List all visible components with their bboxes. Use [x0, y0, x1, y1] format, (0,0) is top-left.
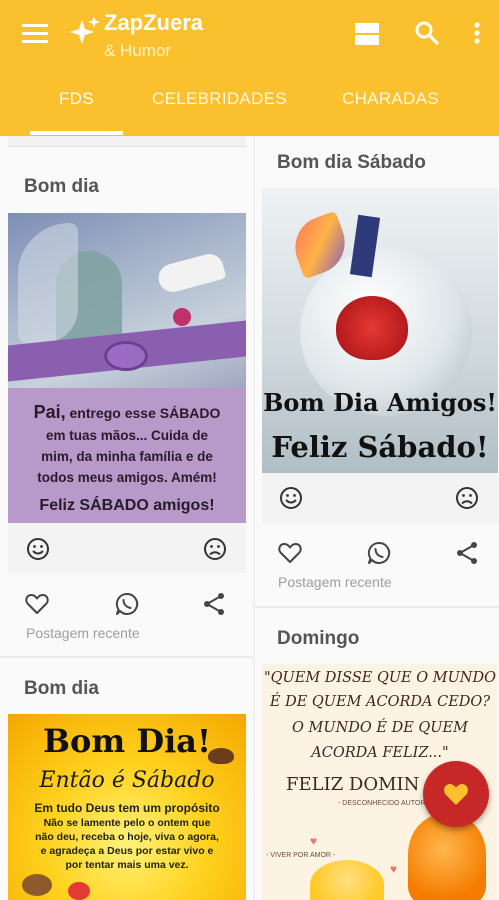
whatsapp-icon[interactable] — [366, 540, 392, 566]
image-text: não deu, receba o hoje, viva o agora, — [35, 831, 219, 843]
smile-icon[interactable] — [279, 486, 303, 510]
image-greeting: FELIZ DOMIN — [286, 774, 420, 795]
image-text-bold: Pai, — [33, 402, 66, 422]
leaf-decoration — [22, 874, 52, 896]
image-quote: ACORDA FELIZ..." — [311, 745, 449, 761]
recent-post-label: Postagem recente — [278, 574, 392, 590]
image-footer-text: Feliz SÁBADO amigos! — [39, 497, 215, 514]
tab-celebridades[interactable]: CELEBRIDADES — [152, 89, 287, 109]
previous-card-edge — [8, 136, 246, 147]
app-bar: ZapZuera & Humor FDS CELEBRIDADES CHARAD… — [0, 0, 499, 136]
post-title: Bom dia — [24, 678, 99, 699]
frown-icon[interactable] — [455, 486, 479, 510]
image-quote: O MUNDO É DE QUEM — [292, 720, 468, 736]
search-icon[interactable] — [414, 20, 440, 46]
smile-icon[interactable] — [26, 537, 50, 561]
image-text: Feliz Sábado! — [271, 430, 489, 464]
heart-icon[interactable] — [24, 591, 50, 617]
post-image[interactable]: Pai, entrego esse SÁBADO em tuas mãos...… — [8, 213, 246, 523]
image-text: todos meus amigos. Amém! — [37, 470, 217, 485]
reaction-bar — [8, 523, 246, 573]
rose-decoration — [336, 296, 408, 360]
pooh-figure — [310, 860, 384, 900]
app-subtitle: & Humor — [104, 41, 172, 60]
favorite-heart-icon — [444, 783, 468, 805]
app-title: ZapZuera — [104, 10, 204, 35]
whatsapp-icon[interactable] — [114, 591, 140, 617]
heart-decoration: ♥ — [310, 834, 318, 848]
image-author: - DESCONHECIDO AUTOR - — [338, 800, 430, 807]
image-text: Em tudo Deus tem um propósito — [34, 801, 220, 815]
image-subhead: Então é Sábado — [39, 768, 215, 793]
tab-indicator — [30, 131, 123, 135]
divider — [255, 606, 499, 608]
post-title: Bom dia — [24, 176, 99, 197]
favorites-fab[interactable] — [423, 761, 489, 827]
image-tagline: - VIVER POR AMOR - — [266, 852, 336, 859]
image-text: em tuas mãos... Cuida de — [45, 428, 209, 443]
share-icon[interactable] — [454, 540, 480, 566]
more-vert-icon[interactable] — [470, 20, 484, 46]
tab-fds[interactable]: FDS — [59, 89, 94, 109]
image-text: e agradeça a Deus por estar vivo e — [40, 845, 214, 857]
post-title: Domingo — [277, 628, 360, 649]
ribbon-bow — [104, 341, 148, 371]
image-text: Não se lamente pelo o ontem que — [43, 817, 211, 829]
post-image[interactable]: Bom Dia Amigos! Feliz Sábado! — [262, 188, 498, 473]
image-text: por tentar mais uma vez. — [65, 859, 189, 871]
image-quote: "QUEM DISSE QUE O MUNDO — [263, 670, 497, 686]
grid-view-icon[interactable] — [354, 21, 380, 47]
heart-icon[interactable] — [277, 540, 303, 566]
flower-decoration — [68, 882, 90, 900]
share-icon[interactable] — [201, 591, 227, 617]
post-title: Bom dia Sábado — [277, 152, 426, 173]
butterfly-decoration — [208, 748, 234, 764]
heart-decoration: ♥ — [390, 862, 398, 876]
image-quote: É DE QUEM ACORDA CEDO? — [269, 694, 491, 710]
reaction-bar — [262, 473, 498, 523]
tab-charadas[interactable]: CHARADAS — [342, 89, 439, 109]
sparkle-icon — [70, 16, 100, 44]
divider — [0, 656, 253, 658]
hamburger-menu-icon[interactable] — [22, 24, 48, 44]
tigger-figure — [408, 814, 486, 900]
image-text: mim, da minha família e de — [41, 449, 213, 464]
recent-post-label: Postagem recente — [26, 625, 140, 641]
image-text: entrego esse SÁBADO — [65, 405, 221, 421]
image-text: Bom Dia Amigos! — [263, 388, 497, 417]
post-image[interactable]: Bom Dia! Então é Sábado Em tudo Deus tem… — [8, 714, 246, 900]
frown-icon[interactable] — [203, 537, 227, 561]
